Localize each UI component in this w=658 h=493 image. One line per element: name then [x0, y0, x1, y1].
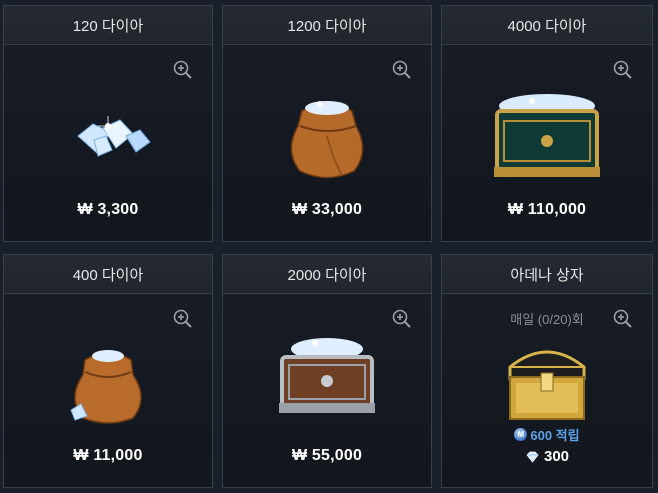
- reward-line: M 600 적립: [442, 425, 652, 444]
- price-label: ₩ 11,000: [73, 447, 143, 464]
- product-card-4000-dia[interactable]: 4000 다이아 ₩ 110,000: [441, 5, 653, 242]
- diamond-pile-image: [77, 116, 151, 157]
- product-card-120-dia[interactable]: 120 다이아 ₩ 3,300: [3, 5, 213, 242]
- card-title-text: 아데나 상자: [510, 266, 584, 284]
- price-label: ₩ 33,000: [291, 201, 363, 218]
- card-title: 2000 다이아: [223, 255, 431, 294]
- card-title: 120 다이아: [4, 6, 212, 45]
- diamond-sack-image: [70, 350, 142, 424]
- price-label: ₩ 110,000: [507, 201, 587, 218]
- cost-line: 300: [442, 448, 652, 465]
- product-card-adena-box[interactable]: 아데나 상자 매일 (0/20)회 M 600 적립 300: [441, 254, 653, 488]
- product-card-400-dia[interactable]: 400 다이아 ₩ 11,000: [3, 254, 213, 488]
- price-label: ₩ 55,000: [291, 447, 363, 464]
- reward-text: 600 적립: [530, 428, 580, 443]
- card-title-text: 2000 다이아: [287, 266, 367, 284]
- card-title-text: 120 다이아: [72, 17, 144, 35]
- diamond-bag-image: [290, 101, 364, 179]
- card-title: 400 다이아: [4, 255, 212, 294]
- shop-grid: 120 다이아 ₩ 3,300 1200 다이아 ₩ 33,000 4000 다…: [0, 0, 658, 493]
- price-label: ₩ 3,300: [77, 201, 139, 218]
- zoom-icon[interactable]: [173, 309, 193, 329]
- zoom-icon[interactable]: [613, 309, 633, 329]
- card-title-text: 400 다이아: [72, 266, 144, 284]
- zoom-icon[interactable]: [173, 60, 193, 80]
- card-title-text: 4000 다이아: [507, 17, 587, 35]
- silver-chest-image: [279, 338, 375, 413]
- diamond-icon: [526, 451, 539, 463]
- card-title: 아데나 상자: [442, 255, 652, 294]
- zoom-icon[interactable]: [392, 309, 412, 329]
- zoom-icon[interactable]: [392, 60, 412, 80]
- gold-chest-image: [494, 94, 600, 177]
- cost-text: 300: [543, 448, 570, 465]
- product-card-1200-dia[interactable]: 1200 다이아 ₩ 33,000: [222, 5, 432, 242]
- card-title-text: 1200 다이아: [287, 17, 367, 35]
- card-title: 1200 다이아: [223, 6, 431, 45]
- zoom-icon[interactable]: [613, 60, 633, 80]
- treasure-chest-image: [508, 350, 586, 420]
- card-title: 4000 다이아: [442, 6, 652, 45]
- adena-coin-icon: M: [514, 428, 528, 441]
- product-card-2000-dia[interactable]: 2000 다이아 ₩ 55,000: [222, 254, 432, 488]
